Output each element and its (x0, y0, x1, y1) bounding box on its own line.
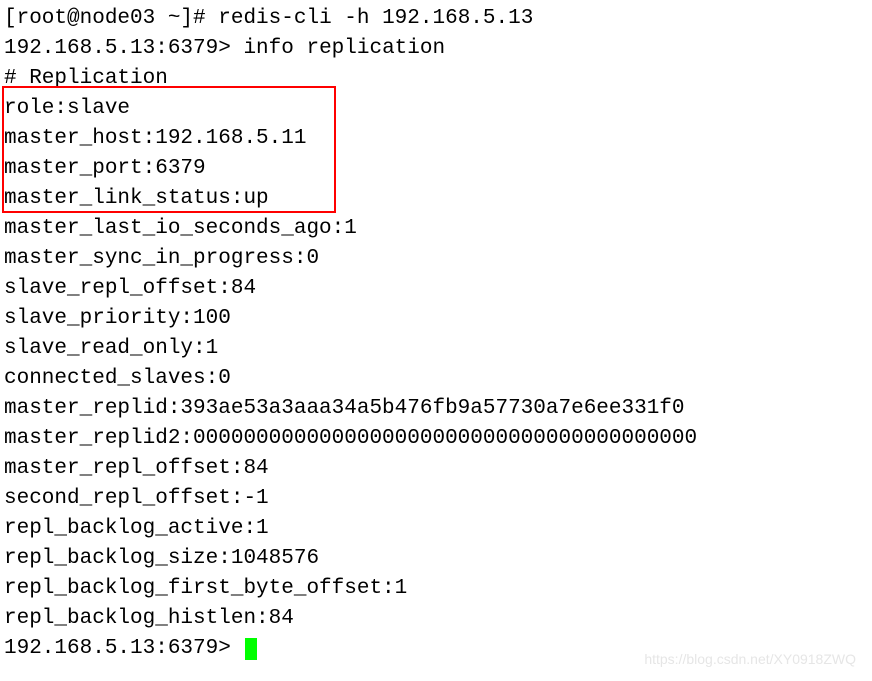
field-master-replid2: master_replid2:0000000000000000000000000… (4, 424, 868, 454)
field-connected-slaves: connected_slaves:0 (4, 364, 868, 394)
field-master-link-status: master_link_status:up (4, 184, 868, 214)
field-slave-repl-offset: slave_repl_offset:84 (4, 274, 868, 304)
field-repl-backlog-active: repl_backlog_active:1 (4, 514, 868, 544)
field-master-port: master_port:6379 (4, 154, 868, 184)
shell-command[interactable]: redis-cli -h 192.168.5.13 (218, 7, 533, 30)
field-master-last-io-seconds-ago: master_last_io_seconds_ago:1 (4, 214, 868, 244)
field-role: role:slave (4, 94, 868, 124)
field-second-repl-offset: second_repl_offset:-1 (4, 484, 868, 514)
redis-prompt: 192.168.5.13:6379> (4, 37, 243, 60)
field-master-replid: master_replid:393ae53a3aaa34a5b476fb9a57… (4, 394, 868, 424)
terminal-line-shell: [root@node03 ~]# redis-cli -h 192.168.5.… (4, 4, 868, 34)
shell-prompt: [root@node03 ~]# (4, 7, 218, 30)
field-slave-read-only: slave_read_only:1 (4, 334, 868, 364)
field-slave-priority: slave_priority:100 (4, 304, 868, 334)
field-repl-backlog-histlen: repl_backlog_histlen:84 (4, 604, 868, 634)
field-master-host: master_host:192.168.5.11 (4, 124, 868, 154)
section-header: # Replication (4, 64, 868, 94)
field-repl-backlog-first-byte-offset: repl_backlog_first_byte_offset:1 (4, 574, 868, 604)
field-repl-backlog-size: repl_backlog_size:1048576 (4, 544, 868, 574)
redis-prompt: 192.168.5.13:6379> (4, 637, 243, 660)
field-master-sync-in-progress: master_sync_in_progress:0 (4, 244, 868, 274)
terminal-line-redis-cmd: 192.168.5.13:6379> info replication (4, 34, 868, 64)
field-master-repl-offset: master_repl_offset:84 (4, 454, 868, 484)
cursor-block-icon[interactable] (245, 638, 257, 660)
watermark-text: https://blog.csdn.net/XY0918ZWQ (644, 649, 856, 669)
redis-command[interactable]: info replication (243, 37, 445, 60)
